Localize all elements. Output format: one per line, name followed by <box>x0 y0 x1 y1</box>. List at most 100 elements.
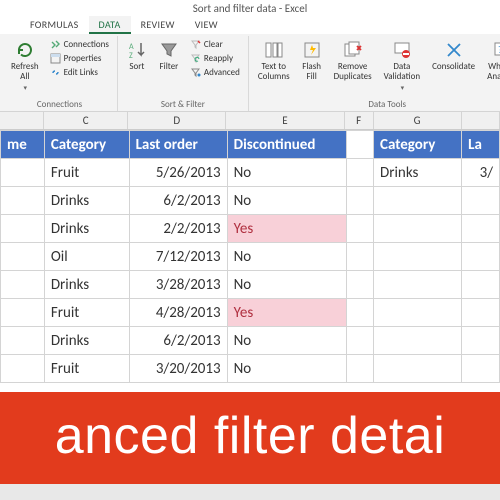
reapply-button[interactable]: Reapply <box>188 52 242 65</box>
clear-button[interactable]: Clear <box>188 38 242 51</box>
cell[interactable] <box>374 187 462 215</box>
cell[interactable]: 5/26/2013 <box>129 159 227 187</box>
tab-review[interactable]: REVIEW <box>131 16 185 34</box>
connections-button[interactable]: Connections <box>48 38 111 51</box>
cell[interactable] <box>346 159 373 187</box>
ribbon: Refresh All▾ Connections Properties Edit… <box>0 34 500 112</box>
cell[interactable] <box>346 299 373 327</box>
edit-links-button[interactable]: Edit Links <box>48 66 111 79</box>
cell[interactable]: No <box>227 187 346 215</box>
cell[interactable]: Drinks <box>44 327 129 355</box>
data-grid[interactable]: me Category Last order Discontinued Cate… <box>0 130 500 383</box>
cell[interactable] <box>1 327 45 355</box>
tab-data[interactable]: DATA <box>89 16 131 34</box>
group-connections: Refresh All▾ Connections Properties Edit… <box>2 36 118 111</box>
cell[interactable]: 3/28/2013 <box>129 271 227 299</box>
cell[interactable]: 2/2/2013 <box>129 215 227 243</box>
consolidate-button[interactable]: Consolidate <box>429 38 478 74</box>
cell[interactable] <box>346 215 373 243</box>
cell[interactable] <box>346 271 373 299</box>
cell[interactable] <box>1 243 45 271</box>
cell[interactable]: No <box>227 243 346 271</box>
cell[interactable]: Fruit <box>44 159 129 187</box>
cell[interactable]: Drinks <box>44 271 129 299</box>
cell[interactable] <box>462 327 500 355</box>
cell[interactable]: Yes <box>227 215 346 243</box>
sort-button[interactable]: AZ Sort <box>124 38 150 74</box>
cell[interactable]: Fruit <box>44 355 129 383</box>
col-head-partial[interactable] <box>0 112 44 129</box>
cell[interactable] <box>1 159 45 187</box>
cell[interactable]: 3/ <box>462 159 500 187</box>
worksheet[interactable]: C D E F G me Category Last order Discont… <box>0 112 500 383</box>
cell[interactable]: Fruit <box>44 299 129 327</box>
data-validation-button[interactable]: Data Validation▾ <box>381 38 424 93</box>
header2-category[interactable]: Category <box>374 131 462 159</box>
cell[interactable] <box>346 243 373 271</box>
cell[interactable]: Yes <box>227 299 346 327</box>
cell[interactable] <box>462 243 500 271</box>
col-head-F[interactable]: F <box>345 112 374 129</box>
cell[interactable] <box>1 215 45 243</box>
col-head-D[interactable]: D <box>128 112 226 129</box>
col-head-G[interactable]: G <box>374 112 462 129</box>
properties-button[interactable]: Properties <box>48 52 111 65</box>
cell[interactable] <box>1 187 45 215</box>
cell[interactable] <box>374 299 462 327</box>
cell[interactable]: 3/20/2013 <box>129 355 227 383</box>
header-discontinued[interactable]: Discontinued <box>227 131 346 159</box>
cell[interactable] <box>374 327 462 355</box>
cell[interactable]: No <box>227 271 346 299</box>
cell-empty[interactable] <box>346 131 373 159</box>
cell[interactable]: 6/2/2013 <box>129 187 227 215</box>
remove-duplicates-button[interactable]: Remove Duplicates <box>331 38 375 84</box>
group-data-tools: Text to Columns Flash Fill Remove Duplic… <box>249 36 500 111</box>
cell[interactable] <box>346 355 373 383</box>
cell[interactable]: Drinks <box>44 187 129 215</box>
cell[interactable] <box>374 271 462 299</box>
connections-icon <box>50 39 61 50</box>
cell[interactable]: No <box>227 327 346 355</box>
cell[interactable]: 4/28/2013 <box>129 299 227 327</box>
cell[interactable] <box>1 271 45 299</box>
col-head-partial2[interactable] <box>462 112 500 129</box>
cell[interactable]: No <box>227 355 346 383</box>
cell[interactable]: Oil <box>44 243 129 271</box>
cell[interactable] <box>1 355 45 383</box>
cell[interactable]: No <box>227 159 346 187</box>
what-if-button[interactable]: ? What-If Analysis▾ <box>484 38 500 93</box>
header-category[interactable]: Category <box>44 131 129 159</box>
tab-view[interactable]: VIEW <box>185 16 228 34</box>
tab-formulas[interactable]: FORMULAS <box>20 16 89 34</box>
cell[interactable]: Drinks <box>374 159 462 187</box>
cell[interactable] <box>346 187 373 215</box>
header-name[interactable]: me <box>1 131 45 159</box>
advanced-button[interactable]: Advanced <box>188 66 242 79</box>
cell[interactable] <box>462 187 500 215</box>
table-row: Drinks3/28/2013No <box>1 271 500 299</box>
col-head-E[interactable]: E <box>226 112 345 129</box>
cell[interactable]: 7/12/2013 <box>129 243 227 271</box>
group-sort-filter: AZ Sort Filter Clear Reapply Advanced <box>118 36 249 111</box>
col-head-C[interactable]: C <box>44 112 128 129</box>
sort-icon: AZ <box>127 40 147 60</box>
cell[interactable] <box>462 271 500 299</box>
flash-fill-button[interactable]: Flash Fill <box>299 38 325 84</box>
cell[interactable] <box>462 215 500 243</box>
cell[interactable] <box>1 299 45 327</box>
cell[interactable] <box>374 215 462 243</box>
consolidate-icon <box>444 40 464 60</box>
header2-last[interactable]: La <box>462 131 500 159</box>
cell[interactable] <box>462 355 500 383</box>
advanced-icon <box>190 67 201 78</box>
cell[interactable] <box>346 327 373 355</box>
cell[interactable] <box>374 243 462 271</box>
refresh-all-button[interactable]: Refresh All▾ <box>8 38 42 93</box>
header-lastorder[interactable]: Last order <box>129 131 227 159</box>
cell[interactable]: 6/2/2013 <box>129 327 227 355</box>
cell[interactable]: Drinks <box>44 215 129 243</box>
cell[interactable] <box>462 299 500 327</box>
cell[interactable] <box>374 355 462 383</box>
filter-button[interactable]: Filter <box>156 38 182 74</box>
text-to-columns-button[interactable]: Text to Columns <box>255 38 293 84</box>
